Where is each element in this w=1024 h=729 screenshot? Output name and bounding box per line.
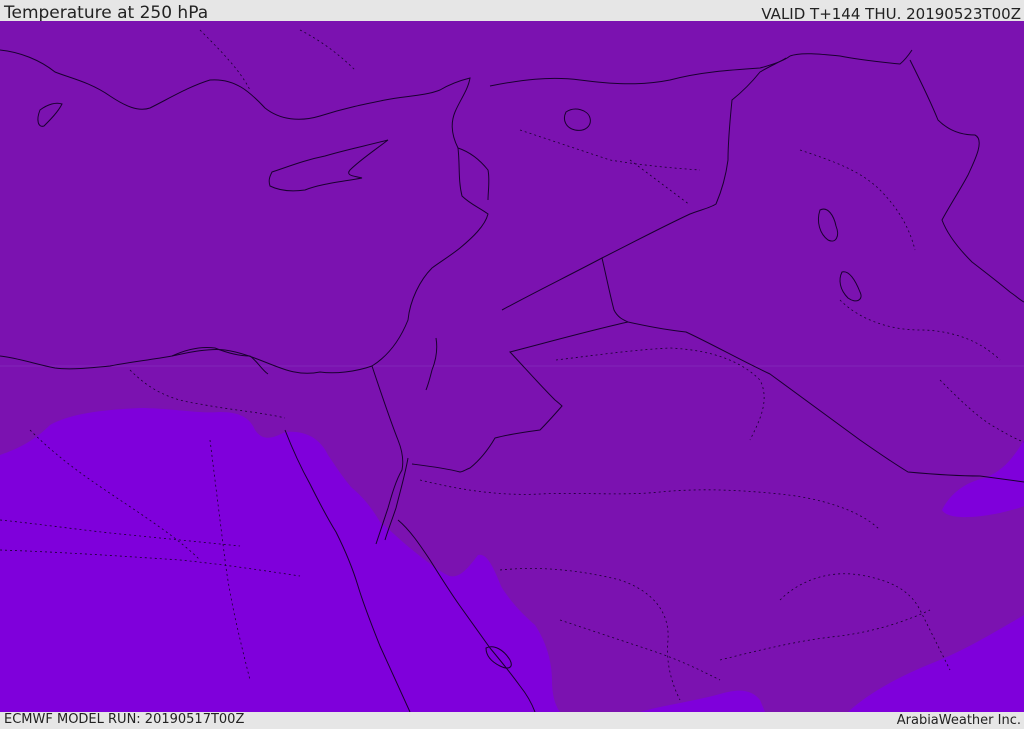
temperature-map-svg [0, 21, 1024, 712]
footer-bar: ECMWF MODEL RUN: 20190517T00Z ArabiaWeat… [0, 712, 1024, 729]
header-bar: Temperature at 250 hPa VALID T+144 THU. … [0, 0, 1024, 23]
map-title: Temperature at 250 hPa [4, 3, 209, 23]
credit-label: ArabiaWeather Inc. [896, 713, 1021, 728]
weather-map-page: Temperature at 250 hPa VALID T+144 THU. … [0, 0, 1024, 729]
map-area [0, 21, 1024, 712]
model-run-label: ECMWF MODEL RUN: 20190517T00Z [4, 712, 245, 727]
